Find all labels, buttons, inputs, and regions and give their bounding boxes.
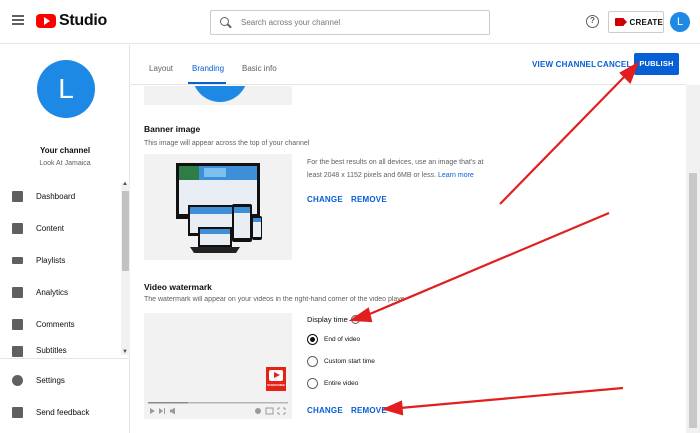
devices-illustration — [176, 163, 262, 253]
search-box[interactable] — [210, 10, 490, 35]
radio-checked-icon[interactable] — [307, 334, 318, 345]
main-scroll-thumb[interactable] — [689, 173, 697, 428]
sidebar-item-playlists[interactable]: Playlists — [0, 249, 120, 271]
option-custom-start-time[interactable]: Custom start time — [307, 356, 375, 367]
sidebar-item-analytics[interactable]: Analytics — [0, 281, 120, 303]
sidebar-item-label: Content — [36, 223, 65, 233]
tabs-bar: Layout Branding Basic info VIEW CHANNEL … — [131, 45, 686, 85]
create-label: CREATE — [629, 17, 663, 27]
analytics-icon — [12, 286, 23, 298]
scroll-up-icon[interactable]: ▲ — [122, 181, 128, 187]
banner-info-line2: least 2048 x 1152 pixels and 6MB or less… — [307, 172, 437, 179]
sidebar-item-dashboard[interactable]: Dashboard — [0, 185, 120, 207]
tab-branding[interactable]: Branding — [192, 64, 224, 73]
sidebar-divider — [0, 358, 130, 359]
main-scrollbar[interactable] — [686, 85, 700, 433]
watermark-change-button[interactable]: CHANGE — [307, 406, 343, 415]
scroll-down-icon[interactable]: ▼ — [122, 349, 128, 355]
learn-more-link[interactable]: Learn more — [438, 172, 474, 179]
view-channel-button[interactable]: VIEW CHANNEL — [532, 60, 596, 69]
tab-basic-info[interactable]: Basic info — [242, 64, 277, 73]
option-entire-video[interactable]: Entire video — [307, 378, 358, 389]
video-camera-icon — [615, 18, 626, 26]
sidebar-item-comments[interactable]: Comments — [0, 313, 120, 335]
banner-change-button[interactable]: CHANGE — [307, 195, 343, 204]
radio-unchecked-icon[interactable] — [307, 378, 318, 389]
sidebar-item-label: Analytics — [36, 287, 69, 297]
sidebar-scrollbar[interactable]: ▲ ▼ — [121, 181, 130, 355]
help-icon[interactable]: ? — [350, 315, 360, 324]
dashboard-icon — [12, 190, 23, 202]
banner-image-description: This image will appear across the top of… — [144, 140, 310, 147]
sidebar-item-label: Dashboard — [36, 191, 76, 201]
option-label: Custom start time — [324, 358, 375, 365]
banner-preview — [144, 154, 292, 260]
help-icon[interactable]: ? — [586, 15, 599, 28]
watermark-image: SUBSCRIBE — [266, 367, 286, 391]
sidebar-item-label: Settings — [36, 375, 65, 385]
top-bar: Studio ? CREATE L — [0, 0, 700, 44]
option-label: End of video — [324, 336, 361, 343]
cancel-button[interactable]: CANCEL — [597, 60, 632, 69]
channel-avatar[interactable]: L — [37, 60, 95, 118]
publish-button[interactable]: PUBLISH — [634, 53, 679, 75]
sidebar-item-subtitles[interactable]: Subtitles — [0, 344, 120, 358]
sidebar-item-send-feedback[interactable]: Send feedback — [0, 401, 120, 423]
logo-text: Studio — [59, 12, 107, 29]
content-icon — [12, 222, 23, 234]
gear-icon — [12, 374, 23, 386]
sidebar-item-label: Playlists — [36, 255, 66, 265]
sidebar: L Your channel Look At Jamaica Dashboard… — [0, 45, 130, 433]
sidebar-item-label: Comments — [36, 319, 75, 329]
playlists-icon — [12, 256, 23, 264]
banner-image-title: Banner image — [144, 124, 201, 134]
display-time-label: Display time — [307, 315, 348, 324]
active-tab-indicator — [188, 82, 226, 84]
video-player-controls — [148, 402, 288, 415]
banner-info-line1: For the best results on all devices, use… — [307, 159, 484, 166]
account-avatar[interactable]: L — [670, 12, 690, 32]
menu-icon[interactable] — [12, 15, 24, 25]
search-input[interactable] — [241, 18, 481, 27]
sidebar-scroll-thumb[interactable] — [122, 191, 129, 271]
play-icon — [274, 372, 280, 378]
profile-picture-circle — [192, 86, 248, 102]
banner-info-line2-wrap: least 2048 x 1152 pixels and 6MB or less… — [307, 169, 483, 182]
channel-title: Your channel — [39, 146, 91, 155]
option-label: Entire video — [324, 380, 359, 387]
studio-logo[interactable]: Studio — [36, 12, 107, 30]
sidebar-item-label: Subtitles — [36, 346, 67, 355]
subtitles-icon — [12, 346, 23, 357]
video-watermark-title: Video watermark — [144, 282, 212, 292]
sidebar-item-content[interactable]: Content — [0, 217, 120, 239]
profile-picture-preview — [144, 86, 292, 105]
video-watermark-description: The watermark will appear on your videos… — [144, 296, 404, 303]
sidebar-item-label: Send feedback — [36, 407, 90, 417]
create-button[interactable]: CREATE — [608, 11, 664, 33]
feedback-icon — [12, 406, 23, 418]
main-content: Layout Branding Basic info VIEW CHANNEL … — [131, 45, 700, 433]
watermark-badge-text: SUBSCRIBE — [267, 383, 285, 387]
option-end-of-video[interactable]: End of video — [307, 334, 360, 345]
search-icon[interactable] — [211, 11, 237, 35]
youtube-logo-icon — [36, 14, 56, 28]
sidebar-item-settings[interactable]: Settings — [0, 369, 120, 391]
display-time-row: Display time ? — [307, 315, 360, 324]
banner-remove-button[interactable]: REMOVE — [351, 195, 387, 204]
radio-unchecked-icon[interactable] — [307, 356, 318, 367]
banner-info: For the best results on all devices, use… — [307, 156, 483, 182]
tab-layout[interactable]: Layout — [149, 64, 173, 73]
watermark-preview: SUBSCRIBE — [144, 313, 292, 419]
channel-name: Look At Jamaica — [39, 160, 91, 167]
watermark-remove-button[interactable]: REMOVE — [351, 406, 387, 415]
comments-icon — [12, 318, 23, 330]
